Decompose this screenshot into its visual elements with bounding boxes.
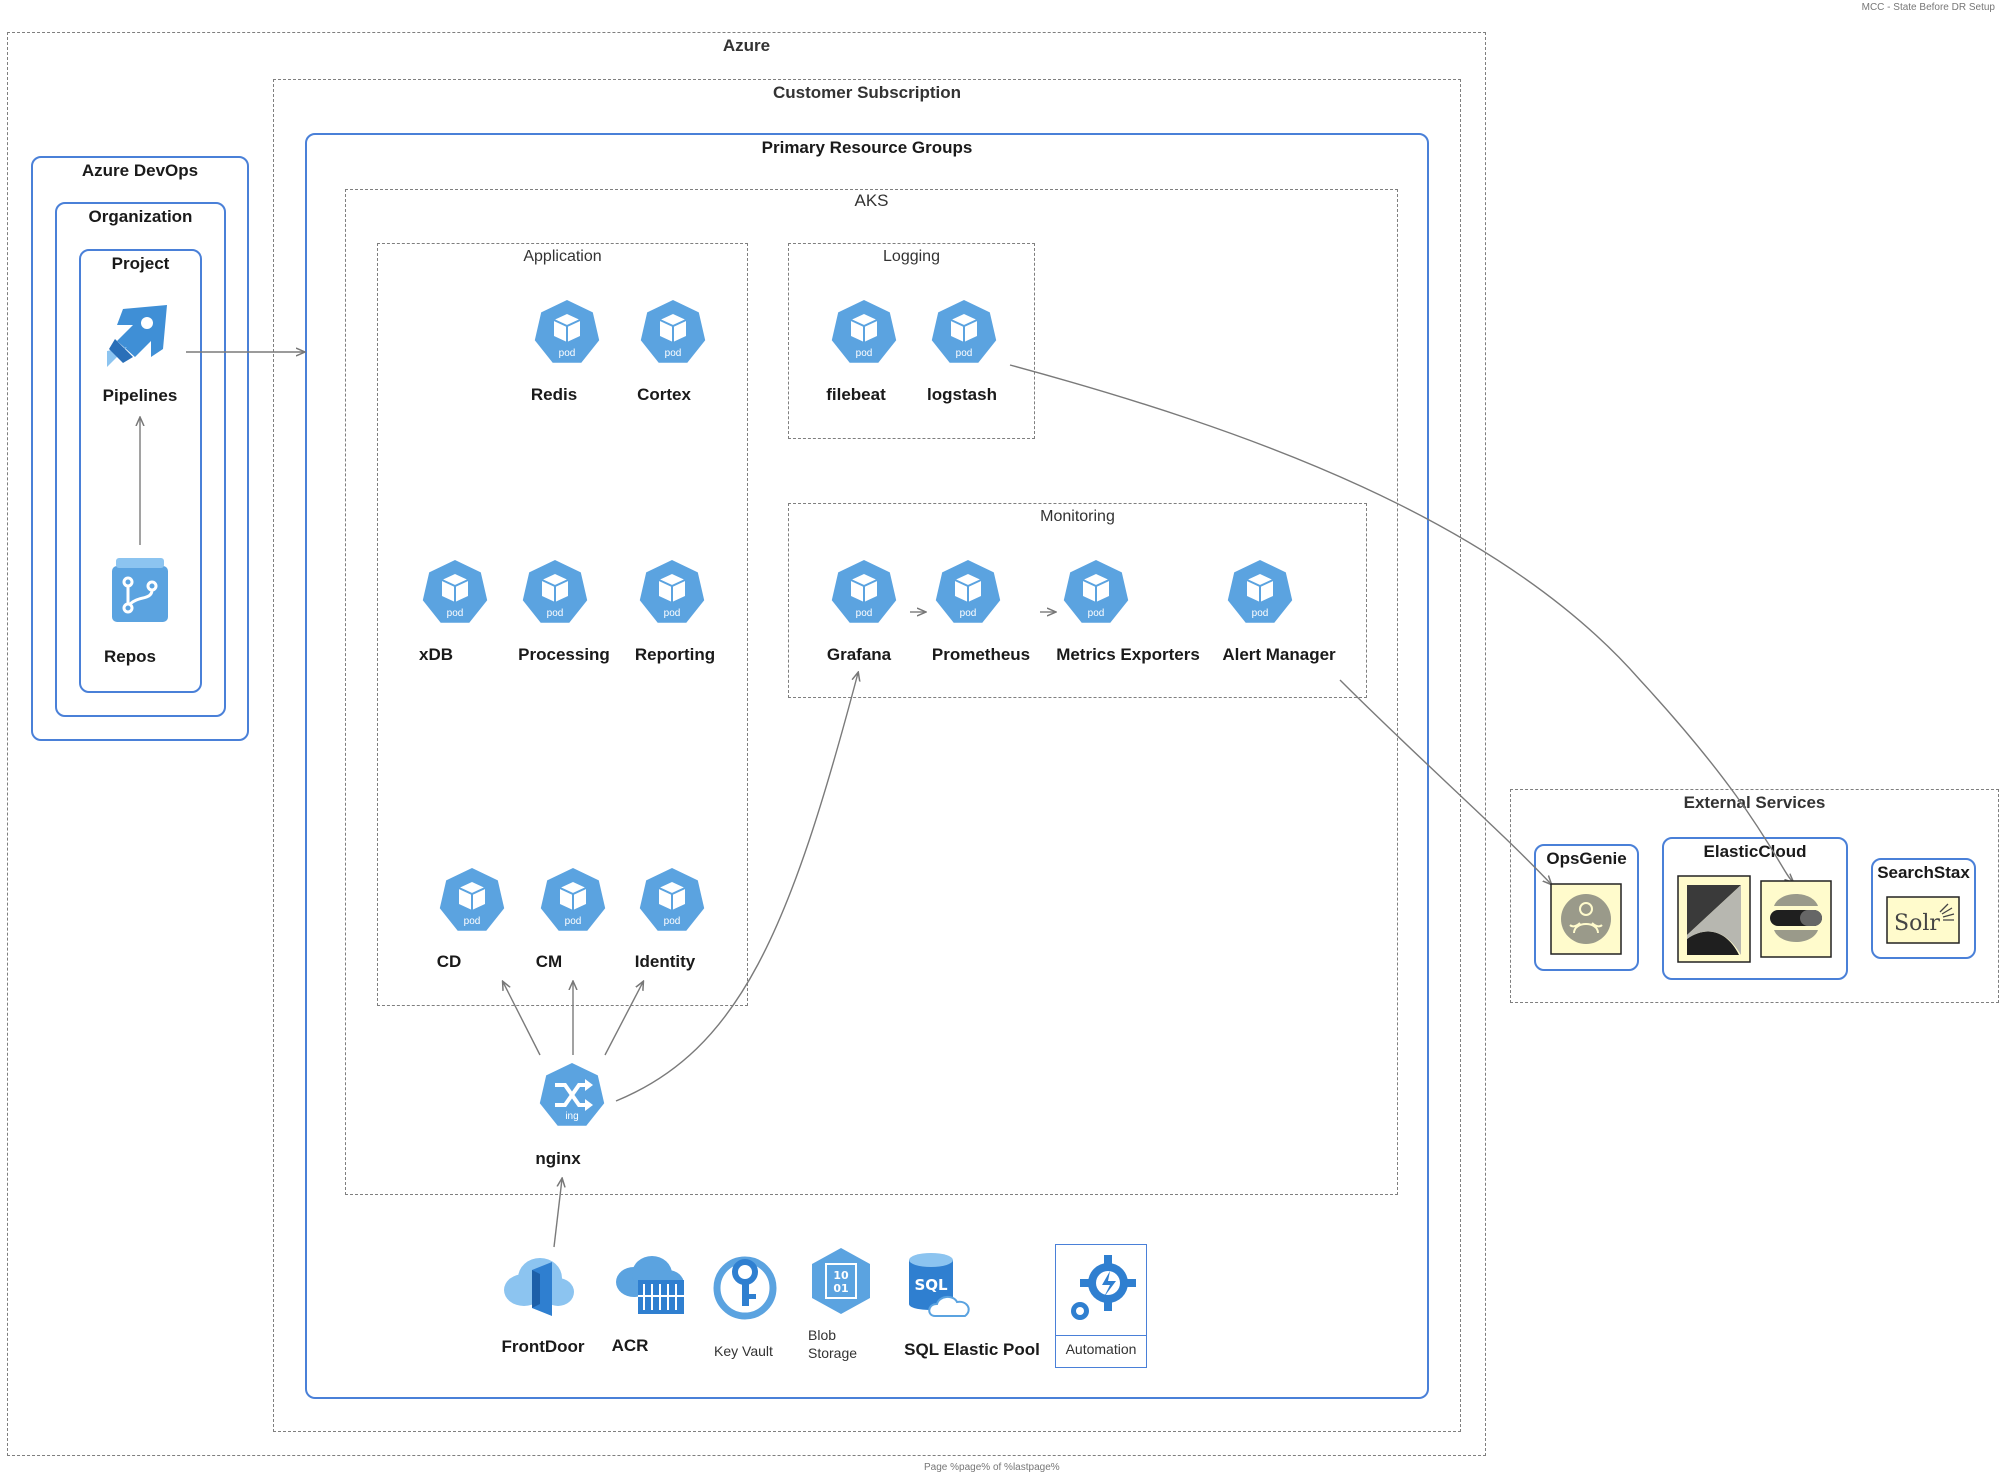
- sql-glyph: SQL: [914, 1276, 948, 1294]
- sql-elastic-pool-label: SQL Elastic Pool: [904, 1340, 1040, 1359]
- frontdoor-label: FrontDoor: [501, 1337, 585, 1356]
- blob-glyph-2: 01: [833, 1282, 848, 1295]
- edge-nginx-to-cd: [503, 982, 541, 1056]
- blob-storage-icon: 10 01: [812, 1248, 870, 1314]
- pod-xdb-icon: pod: [422, 560, 488, 623]
- edge-nginx-to-identity: [604, 982, 643, 1056]
- processing-label: Processing: [518, 645, 610, 664]
- pod-logstash-badge: pod: [956, 348, 973, 359]
- pod-xdb-badge: pod: [447, 608, 464, 619]
- pipelines-label: Pipelines: [102, 386, 178, 405]
- repos-icon: [112, 558, 168, 622]
- kibana-logo: [1677, 875, 1751, 963]
- pod-processing-icon: pod: [522, 560, 588, 623]
- redis-label: Redis: [530, 385, 578, 404]
- pod-prometheus-icon: pod: [935, 560, 1001, 623]
- pod-metrics-exporters-icon: pod: [1063, 560, 1129, 623]
- pod-alert-manager-badge: pod: [1252, 608, 1269, 619]
- pod-reporting-badge: pod: [664, 608, 681, 619]
- pod-filebeat-badge: pod: [856, 348, 873, 359]
- grafana-label: Grafana: [826, 645, 892, 664]
- cm-label: CM: [535, 952, 563, 971]
- acr-icon: [616, 1256, 684, 1314]
- solr-logo: Solr: [1886, 896, 1960, 944]
- blob-storage-label-2: Storage: [808, 1345, 858, 1361]
- connector-layer: [0, 0, 2003, 1248]
- automation-label: Automation: [1065, 1341, 1137, 1357]
- opsgenie-logo: [1550, 883, 1622, 955]
- alert-manager-label: Alert Manager: [1222, 645, 1336, 664]
- pipelines-icon: [107, 305, 167, 367]
- pod-filebeat-icon: pod: [831, 300, 897, 363]
- cortex-label: Cortex: [637, 385, 691, 404]
- elasticsearch-logo: [1760, 880, 1832, 958]
- pod-cortex-badge: pod: [665, 348, 682, 359]
- pod-cd-icon: pod: [439, 868, 505, 931]
- solr-glyph: Solr: [1894, 911, 1940, 936]
- metrics-exporters-label: Metrics Exporters: [1056, 645, 1200, 664]
- logstash-label: logstash: [927, 385, 997, 404]
- pod-redis-badge: pod: [559, 348, 576, 359]
- filebeat-label: filebeat: [826, 385, 886, 404]
- pod-processing-badge: pod: [547, 608, 564, 619]
- frontdoor-icon: [504, 1258, 574, 1316]
- automation-gear-icon: [1071, 1255, 1136, 1320]
- pod-grafana-badge: pod: [856, 608, 873, 619]
- pod-identity-icon: pod: [639, 868, 705, 931]
- automation-box: Automation: [1055, 1244, 1147, 1368]
- pod-cm-icon: pod: [540, 868, 606, 931]
- pod-grafana-icon: pod: [831, 560, 897, 623]
- pod-redis-icon: pod: [534, 300, 600, 363]
- xdb-label: xDB: [418, 645, 454, 664]
- pod-nginx-badge: ing: [565, 1111, 578, 1122]
- blob-glyph-1: 10: [833, 1269, 849, 1282]
- pod-reporting-icon: pod: [639, 560, 705, 623]
- prometheus-label: Prometheus: [931, 645, 1031, 664]
- pod-identity-badge: pod: [664, 916, 681, 927]
- key-vault-icon: [713, 1256, 777, 1320]
- pod-cd-badge: pod: [464, 916, 481, 927]
- sql-elastic-pool-icon: SQL: [909, 1253, 970, 1317]
- cd-label: CD: [436, 952, 462, 971]
- edge-frontdoor-to-nginx: [553, 1179, 562, 1248]
- pod-prometheus-badge: pod: [960, 608, 977, 619]
- edge-alertmanager-to-opsgenie: [1339, 679, 1551, 884]
- reporting-label: Reporting: [634, 645, 716, 664]
- pod-logstash-icon: pod: [931, 300, 997, 363]
- repos-label: Repos: [104, 647, 156, 666]
- pod-cm-badge: pod: [565, 916, 582, 927]
- blob-storage-label-1: Blob: [808, 1327, 837, 1343]
- nginx-label: nginx: [535, 1149, 581, 1168]
- acr-label: ACR: [611, 1336, 649, 1355]
- pod-cortex-icon: pod: [640, 300, 706, 363]
- pod-nginx-icon: ing: [539, 1063, 605, 1126]
- identity-label: Identity: [634, 952, 696, 971]
- key-vault-label: Key Vault: [714, 1343, 773, 1359]
- pod-metrics-exporters-badge: pod: [1088, 608, 1105, 619]
- pod-alert-manager-icon: pod: [1227, 560, 1293, 623]
